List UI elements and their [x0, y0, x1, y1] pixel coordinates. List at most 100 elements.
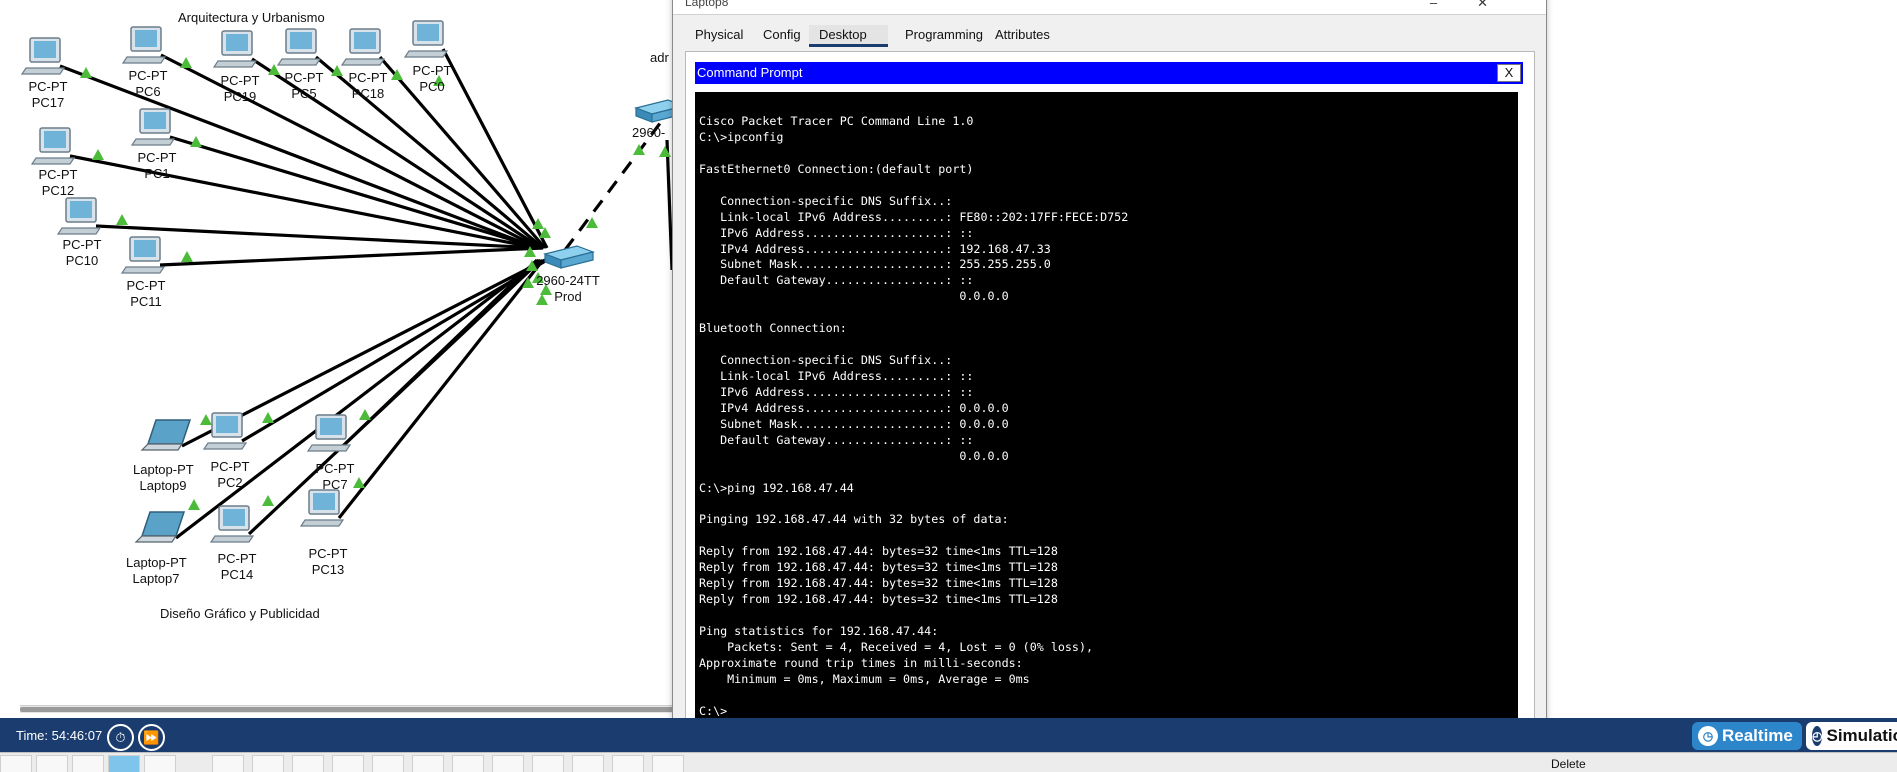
command-prompt-titlebar[interactable]: Command Prompt X	[695, 62, 1523, 84]
tab-desktop[interactable]: Desktop	[809, 25, 888, 47]
desktop-pc-icon[interactable]	[403, 20, 449, 58]
link-up-led	[359, 409, 371, 420]
console-line: Link-local IPv6 Address.........: ::	[699, 369, 974, 383]
console-line: Connection-specific DNS Suffix..:	[699, 353, 953, 368]
console-line: Reply from 192.168.47.44: bytes=32 time<…	[699, 576, 1058, 591]
device-type-label: PC-PT	[308, 546, 348, 561]
device-type-label: PC-PT	[62, 237, 102, 252]
realtime-label: Realtime	[1722, 726, 1793, 745]
device-label: PC-PT PC14	[207, 551, 267, 583]
device-type-label: PC-PT	[28, 79, 68, 94]
device-type-label: Laptop-PT	[133, 462, 194, 477]
cable-tool-icon[interactable]	[292, 755, 324, 772]
device-label: PC-PT PC1	[127, 150, 187, 182]
tab-config[interactable]: Config	[753, 25, 811, 47]
console-line: Link-local IPv6 Address.........: FE80::…	[699, 209, 1129, 224]
device-label: PC-PT PC0	[402, 63, 462, 95]
cable-tool-icon[interactable]	[572, 755, 604, 772]
desktop-pc-icon[interactable]	[212, 30, 258, 68]
console-line: Packets: Sent = 4, Received = 4, Lost = …	[699, 639, 1094, 654]
timer-icon[interactable]: ⏱	[107, 724, 134, 751]
cable-tool-icon[interactable]	[412, 755, 444, 772]
console-line: Reply from 192.168.47.44: bytes=32 time<…	[699, 560, 1058, 575]
link-up-led	[92, 149, 104, 160]
tab-programming[interactable]: Programming	[895, 25, 994, 47]
tool-category-icon[interactable]	[108, 755, 140, 772]
cable-tool-icon[interactable]	[612, 755, 644, 772]
command-prompt-close-button[interactable]: X	[1497, 64, 1521, 82]
desktop-pc-icon[interactable]	[209, 505, 255, 543]
console-line: Subnet Mask.....................: 255.25…	[699, 257, 1051, 272]
device-name-label: PC13	[311, 562, 345, 577]
console-line: Ping statistics for 192.168.47.44:	[699, 624, 939, 638]
scrollbar-thumb[interactable]	[20, 707, 680, 712]
device-type-label: PC-PT	[137, 150, 177, 165]
device-type-label: PC-PT	[38, 167, 78, 182]
tab-attributes[interactable]: Attributes	[985, 25, 1060, 47]
device-type-label: PC-PT	[412, 63, 452, 78]
tool-category-icon[interactable]	[144, 755, 176, 772]
device-type-label: PC-PT	[284, 70, 324, 85]
fast-forward-icon[interactable]: ⏩	[138, 724, 165, 751]
desktop-pc-icon[interactable]	[130, 108, 176, 146]
desktop-pc-icon[interactable]	[30, 127, 76, 165]
device-type-label: PC-PT	[210, 459, 250, 474]
device-name-label: Laptop9	[139, 478, 187, 493]
cable-tool-icon[interactable]	[332, 755, 364, 772]
device-name-label: PC10	[65, 253, 99, 268]
status-bar: Time: 54:46:07 ⏱ ⏩ ◷ Realtime ◴ Simulati…	[0, 718, 1897, 752]
desktop-pc-icon[interactable]	[121, 26, 167, 64]
close-window-icon[interactable]: ✕	[1477, 0, 1528, 10]
area-label-top: Arquitectura y Urbanismo	[178, 10, 325, 25]
device-label: PC-PT PC18	[338, 70, 398, 102]
cable-tool-icon[interactable]	[252, 755, 284, 772]
desktop-pc-icon[interactable]	[276, 28, 322, 66]
console-line: Reply from 192.168.47.44: bytes=32 time<…	[699, 592, 1058, 607]
desktop-pc-icon[interactable]	[20, 37, 66, 75]
console-line: Subnet Mask.....................: 0.0.0.…	[699, 416, 1009, 431]
cable-tool-icon[interactable]	[532, 755, 564, 772]
network-switch-icon[interactable]	[542, 245, 596, 269]
ethernet-cable[interactable]	[159, 246, 544, 267]
tab-physical[interactable]: Physical	[685, 25, 754, 47]
console-line: Connection-specific DNS Suffix..:	[699, 193, 953, 208]
command-prompt-console[interactable]: Cisco Packet Tracer PC Command Line 1.0 C…	[695, 92, 1518, 772]
device-name-label: PC5	[291, 86, 317, 101]
cable-tool-icon[interactable]	[212, 755, 244, 772]
cable-tool-icon[interactable]	[652, 755, 684, 772]
console-line: IPv6 Address....................: ::	[699, 225, 974, 240]
realtime-mode-button[interactable]: ◷ Realtime	[1692, 722, 1802, 750]
tool-category-icon[interactable]	[36, 755, 68, 772]
window-title: Laptop8	[685, 0, 729, 9]
desktop-pc-icon[interactable]	[299, 489, 345, 527]
console-line: Reply from 192.168.47.44: bytes=32 time<…	[699, 544, 1058, 559]
delete-label[interactable]: Delete	[1551, 757, 1586, 771]
cable-tool-icon[interactable]	[372, 755, 404, 772]
cable-tool-icon[interactable]	[452, 755, 484, 772]
console-line: 0.0.0.0	[699, 289, 1009, 304]
desktop-pc-icon[interactable]	[120, 236, 166, 274]
cable-tool-icon[interactable]	[492, 755, 524, 772]
desktop-pc-icon[interactable]	[340, 28, 386, 66]
simulation-label: Simulation	[1826, 726, 1897, 745]
device-type-label: PC-PT	[126, 278, 166, 293]
ethernet-cable[interactable]	[247, 258, 543, 536]
switch-name-label: Prod	[554, 289, 582, 304]
console-line: FastEthernet0 Connection:(default port)	[699, 161, 974, 176]
link-up-led	[262, 495, 274, 506]
horizontal-scrollbar[interactable]	[20, 705, 700, 713]
device-name-label: PC11	[130, 294, 162, 309]
desktop-pc-icon[interactable]	[56, 197, 102, 235]
tool-category-icon[interactable]	[0, 755, 32, 772]
area-label-bottom: Diseño Gráfico y Publicidad	[160, 606, 320, 621]
tool-category-icon[interactable]	[72, 755, 104, 772]
simulation-mode-button[interactable]: ◴ Simulation	[1806, 722, 1897, 750]
link-up-led	[262, 412, 274, 423]
minimize-icon[interactable]: –	[1430, 0, 1477, 10]
device-label: PC-PT PC6	[118, 68, 178, 100]
link-up-led	[659, 146, 671, 157]
device-label: PC-PT PC2	[200, 459, 260, 491]
window-title-bar[interactable]: Laptop8 –✕	[673, 0, 1546, 15]
